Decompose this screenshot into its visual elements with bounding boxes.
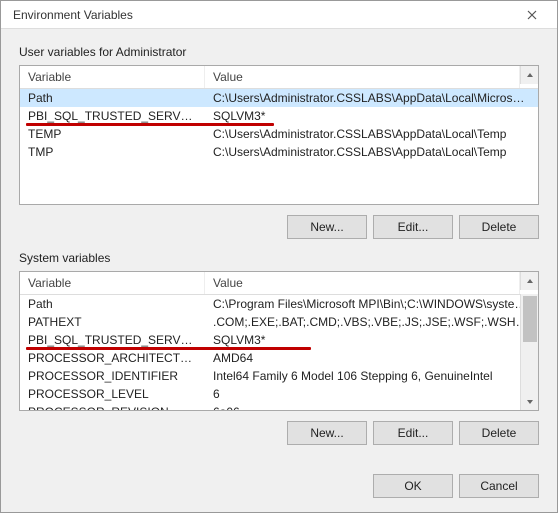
table-row[interactable]: PROCESSOR_ARCHITECTUREAMD64 [20,349,538,367]
cell-variable: PROCESSOR_REVISION [20,404,205,410]
cell-value: C:\Program Files\Microsoft MPI\Bin\;C:\W… [205,296,538,312]
system-edit-button[interactable]: Edit... [373,421,453,445]
table-row[interactable]: PROCESSOR_IDENTIFIERIntel64 Family 6 Mod… [20,367,538,385]
cell-variable: PBI_SQL_TRUSTED_SERVERS [20,332,205,348]
dialog-footer: OK Cancel [1,468,557,512]
cell-value: C:\Users\Administrator.CSSLABS\AppData\L… [205,126,538,142]
scroll-up-icon[interactable] [520,66,538,84]
cancel-button[interactable]: Cancel [459,474,539,498]
table-row[interactable]: PROCESSOR_REVISION6a06 [20,403,538,410]
cell-value: .COM;.EXE;.BAT;.CMD;.VBS;.VBE;.JS;.JSE;.… [205,314,538,330]
header-value[interactable]: Value [205,66,520,88]
table-row[interactable]: PATHEXT.COM;.EXE;.BAT;.CMD;.VBS;.VBE;.JS… [20,313,538,331]
system-variables-list[interactable]: Variable Value PathC:\Program Files\Micr… [19,271,539,411]
annotation-red-line [26,347,311,350]
dialog-content: User variables for Administrator Variabl… [1,29,557,468]
user-new-button[interactable]: New... [287,215,367,239]
system-button-row: New... Edit... Delete [19,421,539,445]
list-header: Variable Value [20,66,538,89]
user-delete-button[interactable]: Delete [459,215,539,239]
close-button[interactable] [515,4,549,26]
cell-variable: PROCESSOR_IDENTIFIER [20,368,205,384]
cell-value: 6 [205,386,538,402]
cell-variable: PROCESSOR_LEVEL [20,386,205,402]
header-value[interactable]: Value [205,272,520,294]
system-rows: PathC:\Program Files\Microsoft MPI\Bin\;… [20,295,538,410]
user-variables-list[interactable]: Variable Value PathC:\Users\Administrato… [19,65,539,205]
scroll-down-icon[interactable] [521,394,539,410]
cell-variable: PBI_SQL_TRUSTED_SERVERS [20,108,205,124]
window-title: Environment Variables [13,8,133,22]
close-icon [527,10,537,20]
header-variable[interactable]: Variable [20,272,205,294]
list-header: Variable Value [20,272,538,295]
scroll-thumb[interactable] [523,296,537,342]
table-row[interactable]: PathC:\Program Files\Microsoft MPI\Bin\;… [20,295,538,313]
ok-button[interactable]: OK [373,474,453,498]
cell-variable: TEMP [20,126,205,142]
user-section-label: User variables for Administrator [19,45,539,59]
user-edit-button[interactable]: Edit... [373,215,453,239]
cell-variable: PROCESSOR_ARCHITECTURE [20,350,205,366]
scroll-up-icon[interactable] [520,272,538,290]
user-button-row: New... Edit... Delete [19,215,539,239]
cell-variable: TMP [20,144,205,160]
env-vars-dialog: Environment Variables User variables for… [0,0,558,513]
table-row[interactable]: TEMPC:\Users\Administrator.CSSLABS\AppDa… [20,125,538,143]
scrollbar[interactable] [520,294,538,410]
titlebar: Environment Variables [1,1,557,29]
cell-value: C:\Users\Administrator.CSSLABS\AppData\L… [205,90,538,106]
table-row[interactable]: TMPC:\Users\Administrator.CSSLABS\AppDat… [20,143,538,161]
cell-value: SQLVM3* [205,332,538,348]
cell-value: AMD64 [205,350,538,366]
cell-variable: Path [20,296,205,312]
table-row[interactable]: PathC:\Users\Administrator.CSSLABS\AppDa… [20,89,538,107]
cell-variable: PATHEXT [20,314,205,330]
header-variable[interactable]: Variable [20,66,205,88]
table-row[interactable]: PROCESSOR_LEVEL6 [20,385,538,403]
cell-value: SQLVM3* [205,108,538,124]
cell-variable: Path [20,90,205,106]
cell-value: C:\Users\Administrator.CSSLABS\AppData\L… [205,144,538,160]
system-delete-button[interactable]: Delete [459,421,539,445]
cell-value: 6a06 [205,404,538,410]
user-rows: PathC:\Users\Administrator.CSSLABS\AppDa… [20,89,538,204]
system-section-label: System variables [19,251,539,265]
cell-value: Intel64 Family 6 Model 106 Stepping 6, G… [205,368,538,384]
annotation-red-line [26,123,274,126]
system-new-button[interactable]: New... [287,421,367,445]
